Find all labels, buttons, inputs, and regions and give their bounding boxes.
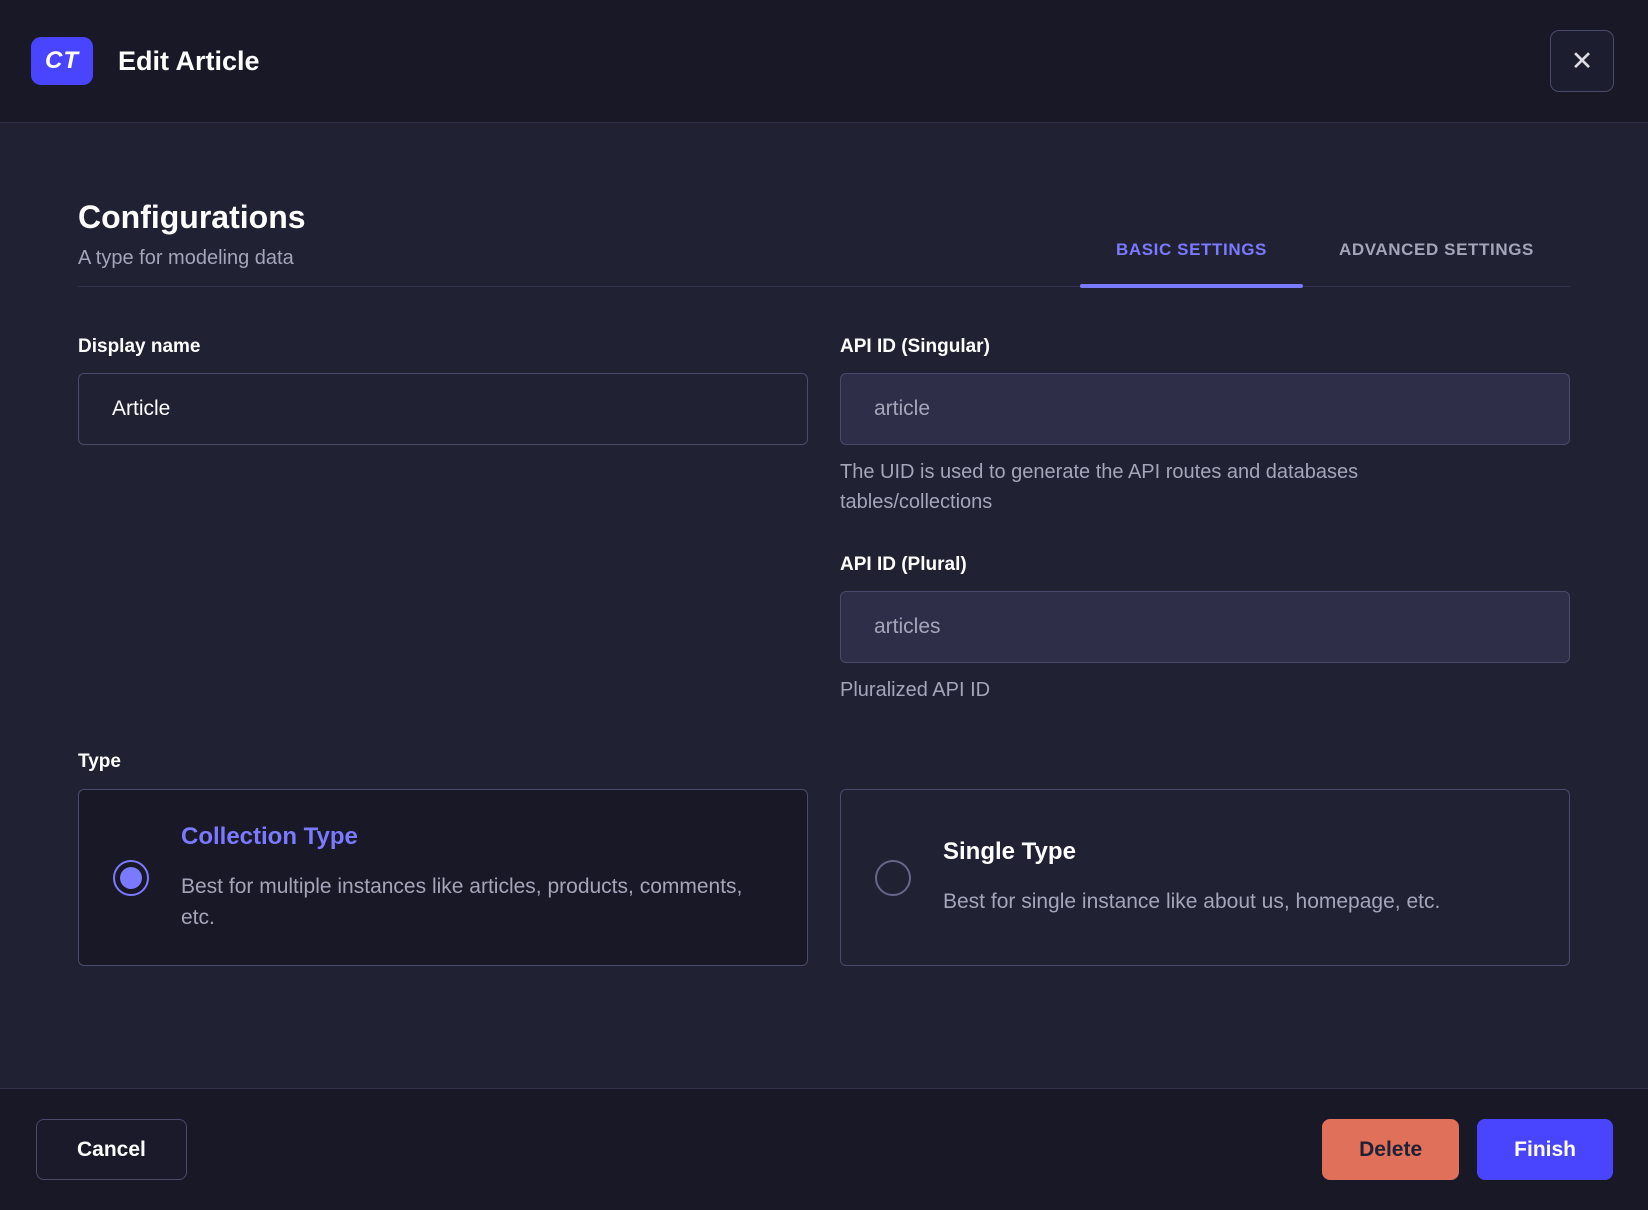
type-option-collection[interactable]: Collection Type Best for multiple instan…	[78, 789, 808, 966]
form-column-right: API ID (Singular) The UID is used to gen…	[840, 336, 1570, 705]
display-name-label: Display name	[78, 336, 201, 357]
type-label: Type	[78, 751, 121, 772]
radio-unchecked-icon[interactable]	[875, 859, 911, 896]
radio-checked-icon[interactable]	[113, 859, 149, 896]
api-id-singular-field: API ID (Singular) The UID is used to gen…	[840, 336, 1570, 517]
close-icon: ✕	[1570, 45, 1594, 76]
section-head: Configurations A type for modeling data …	[78, 199, 1570, 288]
delete-button[interactable]: Delete	[1322, 1119, 1460, 1180]
type-cards: Collection Type Best for multiple instan…	[78, 789, 1570, 966]
settings-tabs: BASIC SETTINGS ADVANCED SETTINGS	[1079, 230, 1570, 288]
api-id-singular-hint: The UID is used to generate the API rout…	[840, 461, 1359, 513]
configuration-form: Display name API ID (Singular) The UID i…	[78, 336, 1570, 705]
api-id-plural-field: API ID (Plural) Pluralized API ID	[840, 554, 1570, 705]
finish-button[interactable]: Finish	[1477, 1119, 1613, 1180]
type-option-text: Single Type Best for single instance lik…	[943, 838, 1440, 917]
type-option-title: Single Type	[943, 838, 1076, 865]
section-title: Configurations	[78, 199, 306, 235]
type-section: Type Collection Type Best for multiple i…	[78, 751, 1570, 966]
edit-content-type-modal: CT Edit Article ✕ Configurations A type …	[0, 0, 1648, 1210]
display-name-input[interactable]	[78, 373, 808, 445]
modal-header: CT Edit Article ✕	[0, 0, 1648, 123]
modal-body: Configurations A type for modeling data …	[0, 123, 1648, 1088]
modal-footer: Cancel Delete Finish	[0, 1088, 1648, 1210]
type-option-text: Collection Type Best for multiple instan…	[181, 823, 767, 933]
section-titles: Configurations A type for modeling data	[78, 199, 306, 286]
type-option-single[interactable]: Single Type Best for single instance lik…	[840, 789, 1570, 966]
api-id-plural-input	[840, 591, 1570, 663]
form-column-left: Display name	[78, 336, 808, 445]
modal-title: Edit Article	[118, 45, 260, 76]
api-id-singular-input	[840, 373, 1570, 445]
type-option-description: Best for single instance like about us, …	[943, 890, 1441, 913]
api-id-plural-hint: Pluralized API ID	[840, 679, 991, 701]
tab-advanced-settings[interactable]: ADVANCED SETTINGS	[1303, 230, 1570, 286]
section-subtitle: A type for modeling data	[78, 247, 294, 269]
type-option-description: Best for multiple instances like article…	[181, 874, 743, 929]
api-id-singular-label: API ID (Singular)	[840, 336, 990, 357]
content-type-badge-icon: CT	[31, 37, 93, 85]
display-name-field: Display name	[78, 336, 808, 445]
cancel-button[interactable]: Cancel	[36, 1119, 187, 1180]
close-button[interactable]: ✕	[1550, 30, 1614, 92]
footer-actions: Delete Finish	[1322, 1119, 1613, 1180]
type-option-title: Collection Type	[181, 822, 358, 850]
tab-basic-settings[interactable]: BASIC SETTINGS	[1079, 230, 1304, 288]
api-id-plural-label: API ID (Plural)	[840, 554, 967, 575]
